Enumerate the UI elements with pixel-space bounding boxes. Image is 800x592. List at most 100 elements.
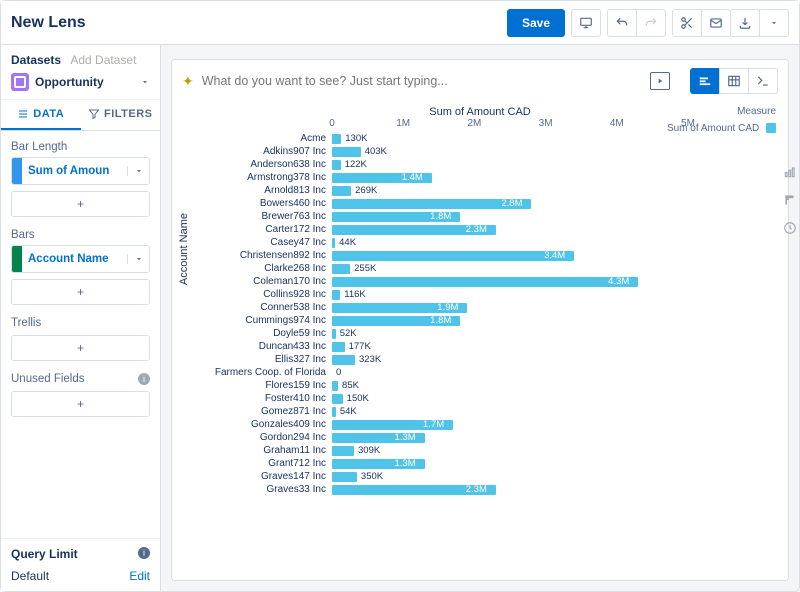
chart-bar[interactable]: Collins928 Inc116K — [182, 288, 778, 301]
bar-value: 403K — [365, 146, 387, 157]
chart-bar[interactable]: Carter172 Inc2.3M — [182, 223, 778, 236]
bar-rect — [332, 277, 638, 287]
chart-bar[interactable]: Gordon294 Inc1.3M — [182, 431, 778, 444]
chart-bar[interactable]: Ellis327 Inc323K — [182, 353, 778, 366]
bar-value: 2.3M — [466, 484, 487, 495]
chart-mode-button[interactable] — [690, 68, 720, 94]
chart-bar[interactable]: Gomez871 Inc54K — [182, 405, 778, 418]
present-icon — [579, 16, 593, 30]
bar-rect — [332, 251, 574, 261]
bar-label: Doyle59 Inc — [182, 328, 332, 339]
info-icon[interactable]: i — [138, 547, 150, 559]
bar-value: 269K — [355, 185, 377, 196]
drag-handle-icon[interactable] — [12, 246, 22, 272]
info-icon[interactable]: i — [138, 373, 150, 385]
chart-bar[interactable]: Foster410 Inc150K — [182, 392, 778, 405]
dataset-name[interactable]: Opportunity — [35, 75, 104, 89]
more-button[interactable] — [759, 9, 789, 37]
bar-value: 4.3M — [608, 276, 629, 287]
share-button[interactable] — [701, 9, 731, 37]
app-header: New Lens Save — [1, 1, 799, 45]
chart-bar[interactable]: Acme130K — [182, 132, 778, 145]
bar-label: Gomez871 Inc — [182, 406, 332, 417]
chevron-down-icon — [140, 77, 150, 87]
bar-label: Christensen892 Inc — [182, 250, 332, 261]
add-trellis-button[interactable]: + — [11, 335, 150, 361]
chart-bar[interactable]: Arnold813 Inc269K — [182, 184, 778, 197]
chart-bar[interactable]: Gonzales409 Inc1.7M — [182, 418, 778, 431]
add-group-button[interactable]: + — [11, 279, 150, 305]
chart-bar[interactable]: Adkins907 Inc403K — [182, 145, 778, 158]
bar-label: Brewer763 Inc — [182, 211, 332, 222]
bar-rect — [332, 147, 361, 157]
bar-rect — [332, 342, 345, 352]
chart-bar[interactable]: Brewer763 Inc 1.8M — [182, 210, 778, 223]
bar-rect — [332, 329, 336, 339]
terminal-icon — [756, 74, 770, 88]
bar-value: 0 — [336, 367, 341, 378]
page-title: New Lens — [11, 14, 507, 32]
add-measure-button[interactable]: + — [11, 191, 150, 217]
bar-value: 323K — [359, 354, 381, 365]
chart-options-button[interactable] — [779, 165, 800, 179]
tab-filters[interactable]: FILTERS — [81, 100, 161, 130]
chart-bar[interactable]: Anderson638 Inc122K — [182, 158, 778, 171]
edit-limit-link[interactable]: Edit — [129, 569, 150, 583]
bar-label: Graham11 Inc — [182, 445, 332, 456]
bar-label: Duncan433 Inc — [182, 341, 332, 352]
history-button[interactable] — [779, 221, 800, 235]
chart-bar[interactable]: Conner538 Inc1.9M — [182, 301, 778, 314]
bar-label: Grant712 Inc — [182, 458, 332, 469]
chart-rows: Acme130KAdkins907 Inc403KAnderson638 Inc… — [182, 132, 778, 496]
bar-label: Gordon294 Inc — [182, 432, 332, 443]
dataset-menu[interactable] — [140, 77, 150, 87]
chart-bar[interactable]: Graham11 Inc309K — [182, 444, 778, 457]
chart-bar[interactable]: Cummings974 Inc1.8M — [182, 314, 778, 327]
download-button[interactable] — [730, 9, 760, 37]
chart-bar[interactable]: Graves147 Inc350K — [182, 470, 778, 483]
chart-bar[interactable]: Flores159 Inc85K — [182, 379, 778, 392]
scissors-icon — [680, 16, 694, 30]
left-sidebar: Datasets Add Dataset Opportunity DATA FI… — [1, 45, 161, 591]
group-pill[interactable]: Account Name — [11, 245, 150, 273]
group-dropdown[interactable] — [127, 254, 149, 264]
undo-icon — [615, 16, 629, 30]
chart-bar[interactable]: Clarke268 Inc255K — [182, 262, 778, 275]
chart-bar[interactable]: Armstrong378 Inc1.4M — [182, 171, 778, 184]
bar-value: 3.4M — [544, 250, 565, 261]
run-query-button[interactable] — [650, 72, 670, 90]
chart-bar[interactable]: Farmers Coop. of Florida0 — [182, 366, 778, 379]
undo-button[interactable] — [607, 9, 637, 37]
bar-label: Armstrong378 Inc — [182, 172, 332, 183]
bar-label: Bowers460 Inc — [182, 198, 332, 209]
add-dataset-link[interactable]: Add Dataset — [70, 53, 136, 67]
chart-bar[interactable]: Doyle59 Inc52K — [182, 327, 778, 340]
save-button[interactable]: Save — [507, 9, 565, 37]
axis-tick: 5M — [681, 118, 695, 129]
drag-handle-icon[interactable] — [12, 158, 22, 184]
add-unused-button[interactable]: + — [11, 391, 150, 417]
saql-mode-button[interactable] — [748, 68, 778, 94]
query-limit-label: Query Limit — [11, 547, 78, 561]
table-mode-button[interactable] — [719, 68, 749, 94]
measure-pill[interactable]: Sum of Amoun — [11, 157, 150, 185]
chart-bar[interactable]: Coleman170 Inc4.3M — [182, 275, 778, 288]
chart-bar[interactable]: Graves33 Inc2.3M — [182, 483, 778, 496]
bar-value: 177K — [349, 341, 371, 352]
chart-bar[interactable]: Casey47 Inc44K — [182, 236, 778, 249]
label-bars: Bars — [11, 229, 150, 241]
tab-data[interactable]: DATA — [1, 100, 81, 130]
measure-dropdown[interactable] — [127, 166, 149, 176]
format-button[interactable] — [779, 193, 800, 207]
nlq-input[interactable] — [202, 74, 642, 88]
redo-button[interactable] — [636, 9, 666, 37]
chart-bar[interactable]: Bowers460 Inc2.8M — [182, 197, 778, 210]
chart-bar[interactable]: Grant712 Inc1.3M — [182, 457, 778, 470]
bar-value: 1.8M — [430, 315, 451, 326]
bar-label: Graves147 Inc — [182, 471, 332, 482]
bar-value: 1.8M — [430, 211, 451, 222]
present-button[interactable] — [571, 9, 601, 37]
chart-bar[interactable]: Christensen892 Inc 3.4M — [182, 249, 778, 262]
cut-button[interactable] — [672, 9, 702, 37]
chart-bar[interactable]: Duncan433 Inc 177K — [182, 340, 778, 353]
